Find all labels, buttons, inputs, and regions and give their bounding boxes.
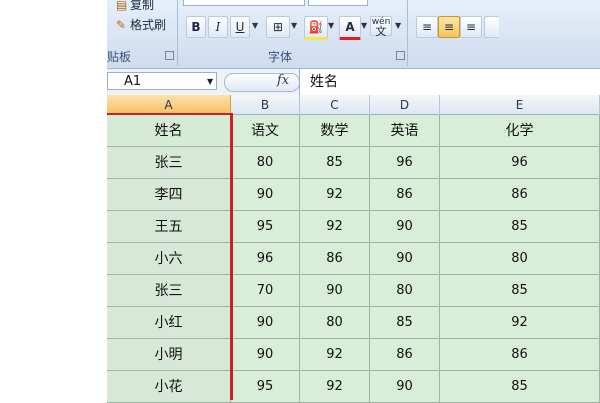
highlight-border: [230, 113, 233, 400]
align-left-button[interactable]: ≡: [416, 16, 438, 38]
font-color-dropdown-icon[interactable]: ▼: [361, 16, 367, 36]
header-cell[interactable]: 语文: [231, 115, 300, 147]
table-cell[interactable]: 70: [231, 275, 300, 307]
table-cell[interactable]: 90: [231, 179, 300, 211]
column-header-a[interactable]: A: [107, 95, 231, 115]
table-cell[interactable]: 86: [440, 179, 600, 211]
table-cell[interactable]: 85: [370, 307, 440, 339]
table-cell[interactable]: 张三: [107, 147, 231, 179]
align-right-button[interactable]: ≡: [460, 16, 482, 38]
table-cell[interactable]: 92: [300, 211, 370, 243]
table-cell[interactable]: 小花: [107, 371, 231, 403]
table-cell[interactable]: 80: [370, 275, 440, 307]
column-header-d[interactable]: D: [370, 95, 440, 115]
phonetic-char: 文: [375, 25, 387, 38]
borders-button[interactable]: ⊞: [266, 16, 290, 38]
table-cell[interactable]: 85: [440, 371, 600, 403]
underline-button[interactable]: U: [230, 16, 250, 38]
name-box[interactable]: A1: [107, 72, 217, 90]
table-cell[interactable]: 92: [300, 179, 370, 211]
header-cell[interactable]: 化学: [440, 115, 600, 147]
formula-input[interactable]: 姓名: [299, 69, 600, 95]
copy-button[interactable]: ▤ 复制: [116, 0, 154, 13]
table-cell[interactable]: 小明: [107, 339, 231, 371]
font-size-box[interactable]: [308, 0, 368, 6]
ribbon-divider: [407, 0, 408, 66]
table-cell[interactable]: 86: [440, 339, 600, 371]
phonetic-dropdown-icon[interactable]: ▼: [395, 16, 401, 36]
table-cell[interactable]: 96: [231, 243, 300, 275]
phonetic-guide-button[interactable]: wén 文: [370, 16, 392, 38]
table-cell[interactable]: 95: [231, 371, 300, 403]
column-header-b[interactable]: B: [231, 95, 300, 115]
table-cell[interactable]: 小六: [107, 243, 231, 275]
table-cell[interactable]: 李四: [107, 179, 231, 211]
format-painter-button[interactable]: ✎ 格式刷: [116, 16, 166, 33]
table-cell[interactable]: 90: [231, 339, 300, 371]
table-cell[interactable]: 80: [231, 147, 300, 179]
table-cell[interactable]: 85: [440, 275, 600, 307]
table-cell[interactable]: 90: [370, 243, 440, 275]
italic-button[interactable]: I: [208, 16, 228, 38]
header-cell[interactable]: 数学: [300, 115, 370, 147]
table-cell[interactable]: 90: [370, 211, 440, 243]
table-cell[interactable]: 92: [440, 307, 600, 339]
table-cell[interactable]: 86: [300, 243, 370, 275]
table-cell[interactable]: 90: [231, 307, 300, 339]
format-painter-label: 格式刷: [130, 18, 167, 32]
ribbon-divider: [177, 0, 178, 66]
align-center-icon: ≡: [443, 20, 455, 34]
copy-label: 复制: [130, 0, 155, 12]
table-cell[interactable]: 90: [300, 275, 370, 307]
table-cell[interactable]: 张三: [107, 275, 231, 307]
table-cell[interactable]: 90: [370, 371, 440, 403]
underline-dropdown-icon[interactable]: ▼: [252, 16, 258, 36]
table-cell[interactable]: 王五: [107, 211, 231, 243]
merge-center-button[interactable]: [484, 16, 499, 38]
table-cell[interactable]: 95: [231, 211, 300, 243]
align-left-icon: ≡: [421, 20, 433, 34]
copy-icon: ▤: [116, 0, 128, 12]
table-cell[interactable]: 80: [300, 307, 370, 339]
clipboard-group-label: 贴板: [107, 50, 132, 64]
fill-color-button[interactable]: ⛽: [304, 16, 328, 40]
name-box-dropdown-icon[interactable]: ▼: [207, 77, 213, 86]
table-cell[interactable]: 小红: [107, 307, 231, 339]
table-cell[interactable]: 96: [370, 147, 440, 179]
insert-function-icon[interactable]: fx: [277, 73, 289, 88]
table-cell[interactable]: 86: [370, 179, 440, 211]
column-header-c[interactable]: C: [300, 95, 370, 115]
font-launcher-icon[interactable]: [396, 51, 405, 60]
borders-icon: ⊞: [272, 20, 284, 34]
bold-button[interactable]: B: [186, 16, 206, 38]
table-cell[interactable]: 92: [300, 339, 370, 371]
table-cell[interactable]: 85: [440, 211, 600, 243]
format-painter-icon: ✎: [116, 18, 127, 32]
table-cell[interactable]: 92: [300, 371, 370, 403]
formula-bar: A1 ▼ fx 姓名: [107, 69, 600, 95]
table-cell[interactable]: 80: [440, 243, 600, 275]
header-cell[interactable]: 姓名: [107, 115, 231, 147]
highlight-border: [107, 113, 233, 115]
fill-bucket-icon: ⛽: [308, 20, 324, 34]
font-color-button[interactable]: A: [339, 16, 361, 40]
borders-dropdown-icon[interactable]: ▼: [291, 16, 297, 36]
align-right-icon: ≡: [465, 20, 477, 34]
table-cell[interactable]: 85: [300, 147, 370, 179]
fill-color-dropdown-icon[interactable]: ▼: [328, 16, 334, 36]
table-cell[interactable]: 86: [370, 339, 440, 371]
table-cell[interactable]: 96: [440, 147, 600, 179]
align-center-button[interactable]: ≡: [438, 16, 460, 38]
header-cell[interactable]: 英语: [370, 115, 440, 147]
font-name-box[interactable]: [183, 0, 305, 6]
font-group-label: 字体: [268, 50, 293, 64]
clipboard-launcher-icon[interactable]: [165, 51, 174, 60]
column-header-e[interactable]: E: [440, 95, 600, 115]
